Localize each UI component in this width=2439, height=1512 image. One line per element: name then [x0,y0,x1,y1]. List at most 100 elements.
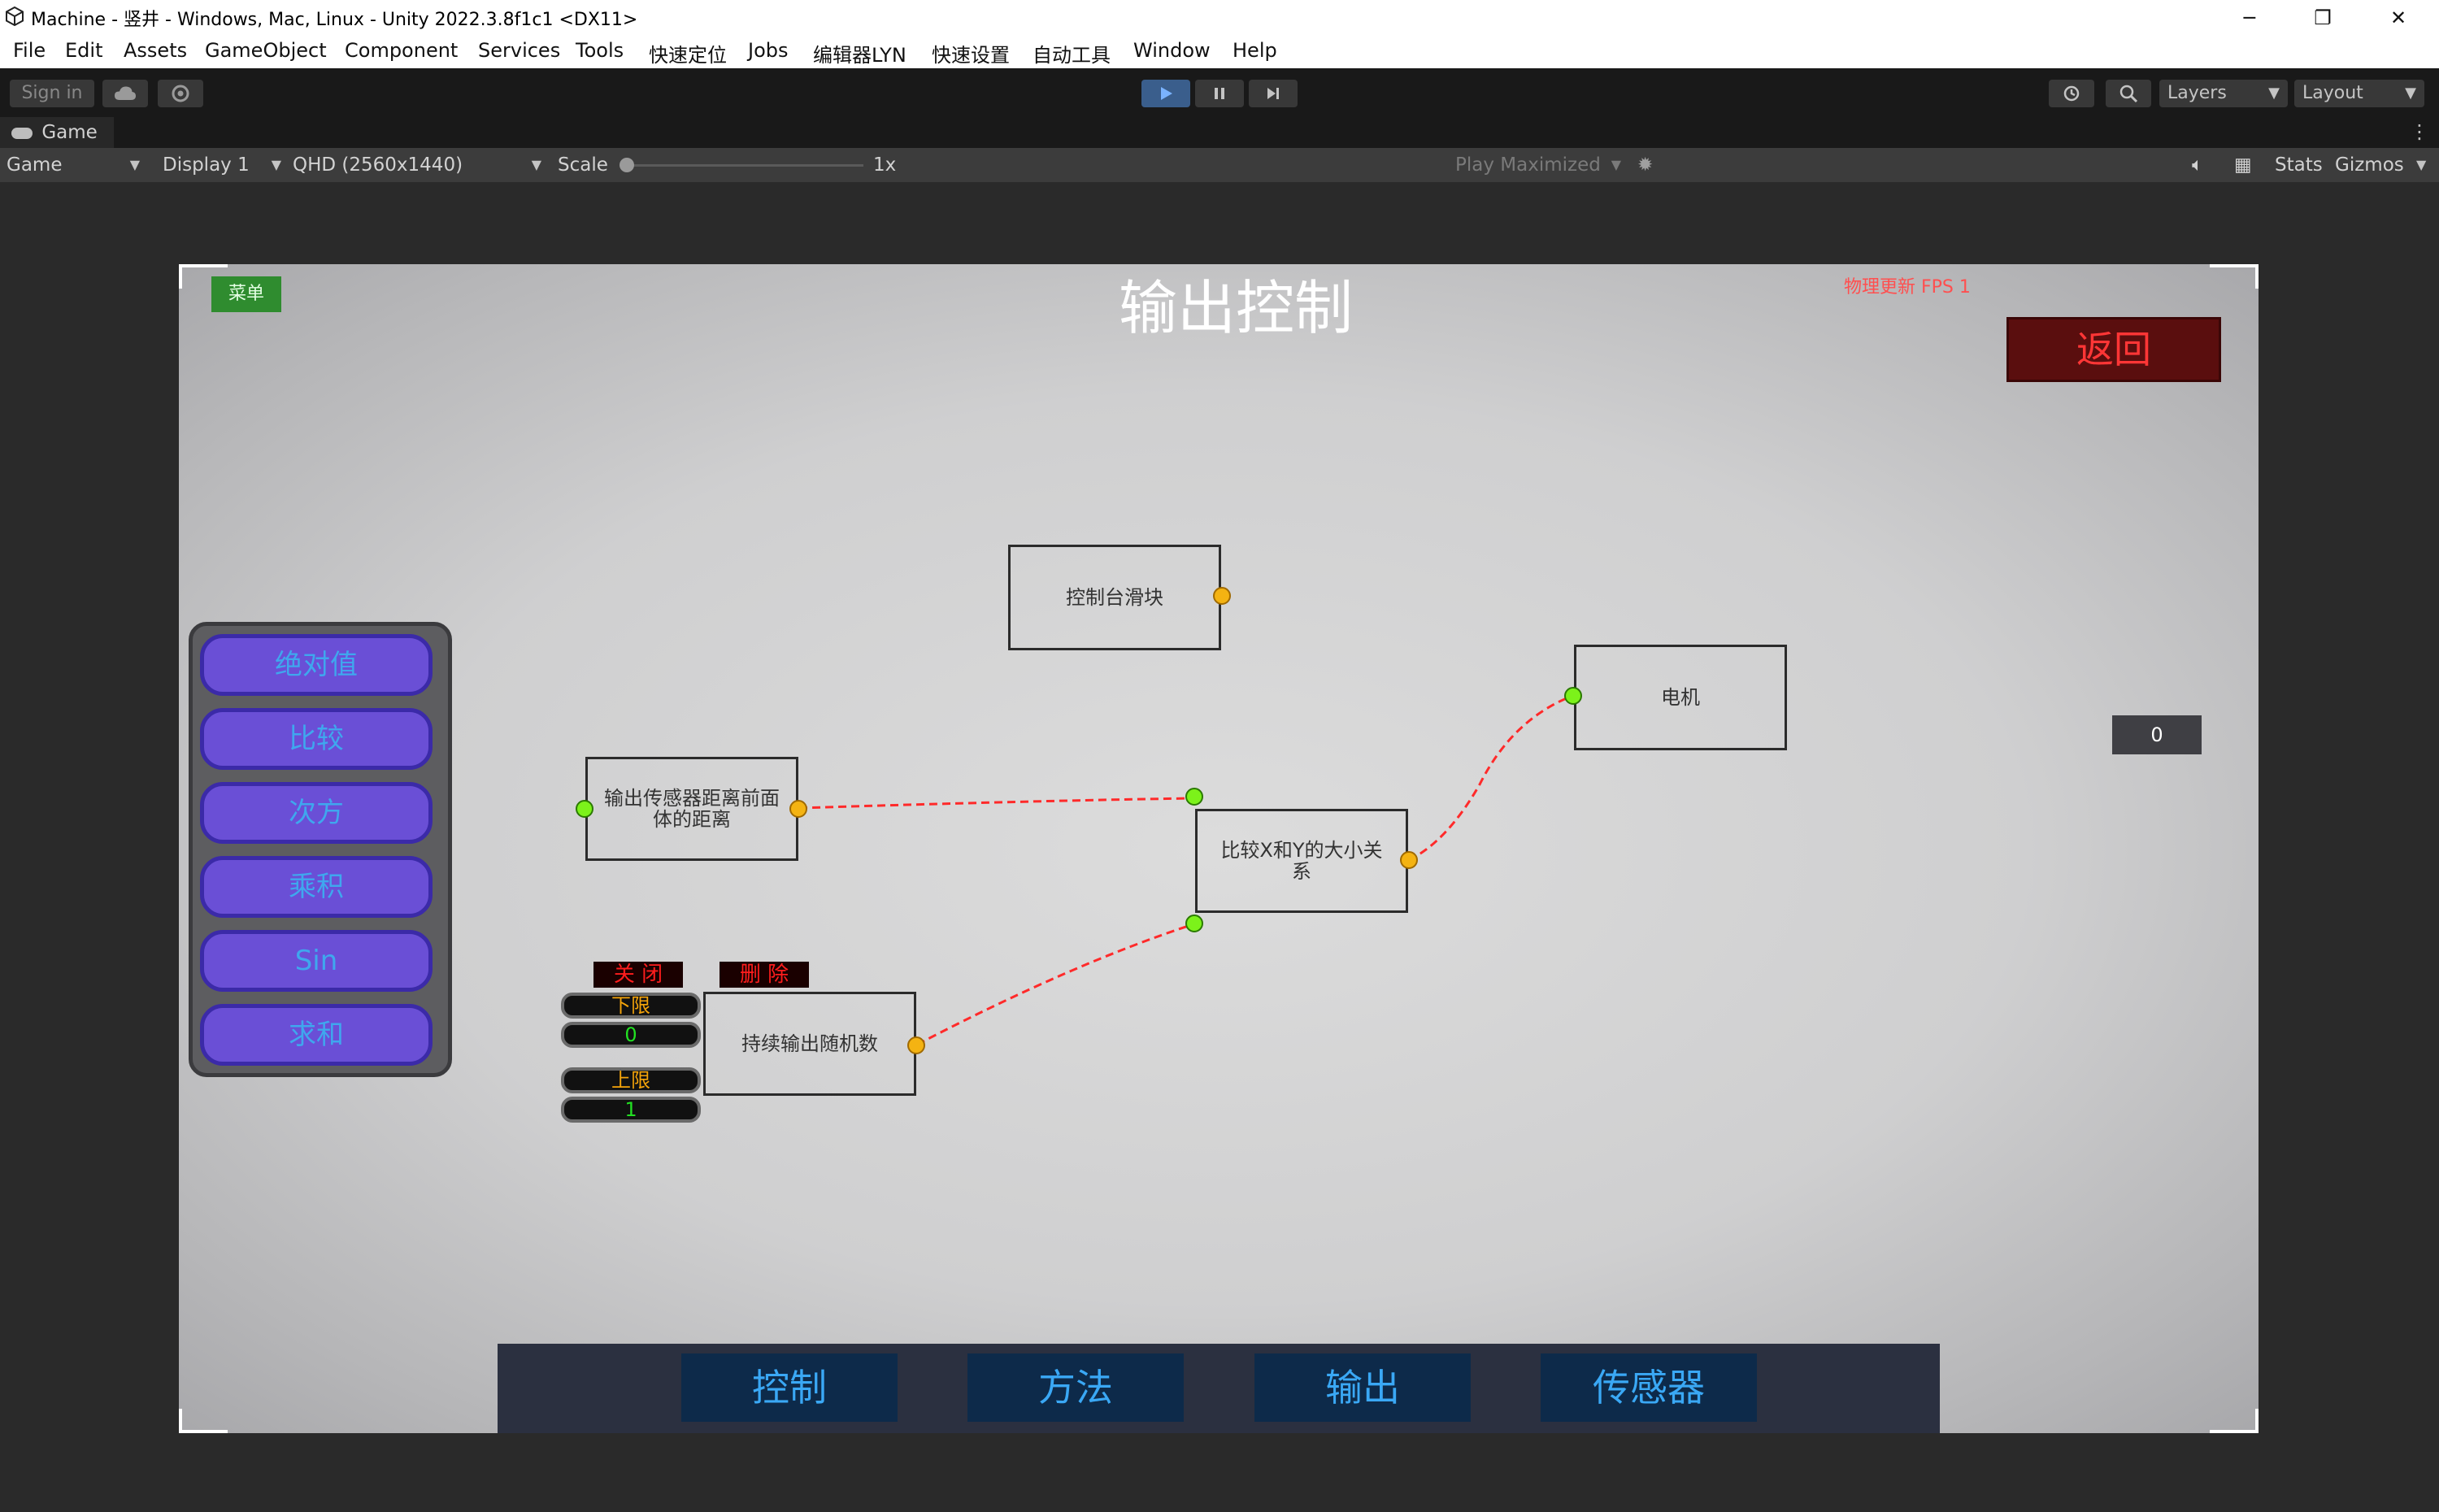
node-label: 比较X和Y的大小关系 [1220,839,1383,883]
play-maximized-label: Play Maximized [1455,154,1601,176]
nav-sensor[interactable]: 传感器 [1541,1353,1757,1422]
layers-dropdown[interactable]: Layers ▼ [2159,80,2288,107]
menu-editor-lyn[interactable]: 编辑器LYN [813,39,906,67]
corner-top-right [2210,264,2259,289]
menu-button[interactable]: 菜单 [211,276,281,312]
play-maximized-dropdown[interactable]: Play Maximized ▼ [1455,148,1623,182]
port-compare-input-y[interactable] [1185,915,1203,932]
lower-limit-label: 下限 [561,993,701,1019]
menu-quick-locate[interactable]: 快速定位 [649,39,727,67]
tab-game[interactable]: Game [0,117,114,148]
more-options-icon[interactable]: ⋮ [2410,120,2429,143]
chevron-down-icon: ▼ [2405,85,2416,102]
node-motor[interactable]: 电机 [1574,645,1787,750]
node-compare[interactable]: 比较X和Y的大小关系 [1195,809,1408,913]
side-button-abs[interactable]: 绝对值 [200,634,433,696]
port-motor-input[interactable] [1564,687,1582,705]
layers-label: Layers [2167,83,2227,103]
menu-bar: File Edit Assets GameObject Component Se… [0,36,2439,69]
game-mode-dropdown[interactable]: Game ▼ [7,148,143,182]
close-node-button[interactable]: 关 闭 [593,962,683,988]
layout-dropdown[interactable]: Layout ▼ [2294,80,2424,107]
window-title: Machine - 竖井 - Windows, Mac, Linux - Uni… [31,10,638,30]
game-screen: 菜单 输出控制 物理更新 FPS 1 返回 0 绝对值 比较 次方 乘积 Sin… [179,264,2259,1433]
tab-row [0,117,2439,148]
menu-auto-tools[interactable]: 自动工具 [1033,39,1111,67]
port-slider-output[interactable] [1213,587,1231,605]
side-button-compare[interactable]: 比较 [200,708,433,770]
scale-slider-track[interactable] [626,164,863,167]
stats-button[interactable]: Stats [2275,148,2323,182]
lower-limit-input[interactable]: 0 [561,1022,701,1048]
port-compare-input-x[interactable] [1185,788,1203,806]
gamepad-icon [11,127,33,139]
port-distance-input[interactable] [576,800,593,818]
node-label: 持续输出随机数 [741,1032,878,1055]
node-label: 电机 [1661,686,1700,709]
step-button[interactable] [1249,80,1298,107]
menu-tools[interactable]: Tools [576,39,624,62]
corner-bottom-left [179,1409,228,1433]
window-title-bar: Machine - 竖井 - Windows, Mac, Linux - Uni… [0,0,2439,36]
menu-assets[interactable]: Assets [124,39,187,62]
gizmos-button[interactable]: Gizmos [2335,148,2404,182]
wire-random-to-compare [916,923,1194,1046]
resolution-dropdown[interactable]: QHD (2560x1440) ▼ [293,148,541,182]
upper-limit-input[interactable]: 1 [561,1097,701,1123]
side-button-product[interactable]: 乘积 [200,856,433,918]
nav-control[interactable]: 控制 [681,1353,898,1422]
side-button-power[interactable]: 次方 [200,782,433,844]
nav-output[interactable]: 输出 [1254,1353,1471,1422]
step-icon [1267,88,1279,99]
menu-jobs[interactable]: Jobs [748,39,789,62]
search-button[interactable] [2106,80,2151,107]
collab-button[interactable] [158,80,203,107]
cloud-icon [115,86,136,100]
grid-icon[interactable]: ▦ [2234,148,2259,182]
audio-mute-icon[interactable]: 🔈︎ [2192,148,2216,182]
chevron-down-icon: ▼ [1611,157,1621,172]
chevron-down-icon[interactable]: ▼ [2416,148,2426,182]
page-title: 输出控制 [1118,274,1353,342]
node-random[interactable]: 持续输出随机数 [703,992,916,1096]
port-random-output[interactable] [907,1036,925,1054]
menu-component[interactable]: Component [345,39,458,62]
menu-file[interactable]: File [13,39,46,62]
menu-gameobject[interactable]: GameObject [205,39,327,62]
port-distance-output[interactable] [789,800,807,818]
scale-slider-thumb[interactable] [620,158,634,172]
bug-icon[interactable]: ✹ [1637,148,1662,182]
node-distance-sensor[interactable]: 输出传感器距离前面 体的距离 [585,757,798,861]
chevron-down-icon: ▼ [129,157,140,172]
restore-button[interactable]: ❐ [2286,0,2359,36]
play-button[interactable] [1141,80,1190,107]
side-button-sin[interactable]: Sin [200,930,433,992]
menu-edit[interactable]: Edit [65,39,102,62]
undo-history-button[interactable] [2049,80,2094,107]
chevron-down-icon: ▼ [531,157,541,172]
nav-method[interactable]: 方法 [967,1353,1184,1422]
minimize-button[interactable]: ─ [2213,0,2286,36]
corner-bottom-right [2210,1409,2259,1433]
menu-window[interactable]: Window [1133,39,1211,62]
fps-text: 物理更新 FPS 1 [1844,277,1971,298]
display-dropdown[interactable]: Display 1 ▼ [163,148,281,182]
play-icon [1161,87,1172,100]
menu-services[interactable]: Services [478,39,560,62]
delete-node-button[interactable]: 删 除 [720,962,809,988]
menu-help[interactable]: Help [1233,39,1277,62]
node-console-slider[interactable]: 控制台滑块 [1008,545,1221,650]
menu-quick-settings[interactable]: 快速设置 [932,39,1010,67]
chevron-down-icon: ▼ [271,157,281,172]
back-button[interactable]: 返回 [2006,317,2221,382]
port-compare-output[interactable] [1400,851,1418,869]
pause-button[interactable] [1195,80,1244,107]
close-button[interactable]: ✕ [2362,0,2435,36]
wire-distance-to-compare [798,797,1194,810]
wire-compare-to-motor [1408,694,1573,862]
resolution-label: QHD (2560x1440) [293,154,463,176]
history-icon [2063,85,2080,102]
sign-in-button[interactable]: Sign in [10,80,94,107]
side-button-sum[interactable]: 求和 [200,1004,433,1066]
cloud-button[interactable] [102,80,148,107]
